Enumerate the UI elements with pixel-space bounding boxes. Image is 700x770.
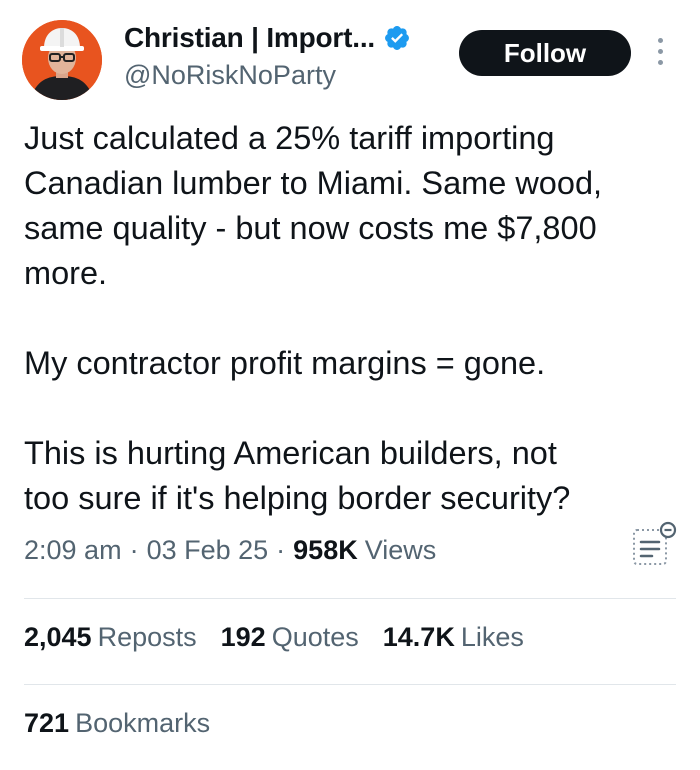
likes-stat[interactable]: 14.7K Likes [383, 622, 524, 653]
bookmarks-stat[interactable]: 721 Bookmarks [24, 708, 210, 739]
bookmarks-count: 721 [24, 708, 70, 738]
tweet-line: Just calculated a 25% tariff importing [24, 120, 555, 156]
tweet-time[interactable]: 2:09 am [24, 535, 122, 566]
tweet-meta: 2:09 am · 03 Feb 25 · 958K Views [24, 535, 436, 566]
separator-dot: · [276, 535, 286, 565]
tweet-line: same quality - but now costs me $7,800 [24, 210, 597, 246]
author-handle[interactable]: @NoRiskNoParty [124, 60, 336, 91]
follow-button[interactable]: Follow [459, 30, 631, 76]
tweet-line: too sure if it's helping border security… [24, 480, 571, 516]
tweet-line: more. [24, 255, 108, 291]
author-display-name[interactable]: Christian | Import... [124, 22, 375, 54]
views-label: Views [364, 535, 437, 565]
avatar[interactable] [22, 20, 102, 100]
tweet-text: Just calculated a 25% tariff importing C… [24, 116, 674, 521]
separator-dot: · [129, 535, 139, 565]
bookmarks-label: Bookmarks [75, 708, 211, 738]
quotes-stat[interactable]: 192 Quotes [221, 622, 359, 653]
divider [24, 598, 676, 599]
avatar-image [22, 20, 102, 100]
post-analytics-icon[interactable] [628, 520, 680, 572]
engagement-stats: 2,045 Reposts 192 Quotes 14.7K Likes [24, 622, 548, 653]
tweet-line: My contractor profit margins = gone. [24, 345, 546, 381]
views-count: 958K [293, 535, 358, 565]
author-name-row: Christian | Import... [124, 22, 411, 54]
reposts-label: Reposts [97, 622, 197, 652]
likes-count: 14.7K [382, 622, 455, 652]
quotes-count: 192 [220, 622, 266, 652]
verified-badge-icon [385, 26, 409, 50]
reposts-count: 2,045 [24, 622, 92, 652]
likes-label: Likes [460, 622, 524, 652]
quotes-label: Quotes [271, 622, 359, 652]
tweet-line: Canadian lumber to Miami. Same wood, [24, 165, 603, 201]
reposts-stat[interactable]: 2,045 Reposts [24, 622, 197, 653]
tweet-line: This is hurting American builders, not [24, 435, 557, 471]
divider [24, 684, 676, 685]
tweet-date[interactable]: 03 Feb 25 [147, 535, 269, 566]
tweet-header: Christian | Import... @NoRiskNoParty Fol… [0, 0, 700, 110]
more-options-icon[interactable] [650, 38, 670, 70]
